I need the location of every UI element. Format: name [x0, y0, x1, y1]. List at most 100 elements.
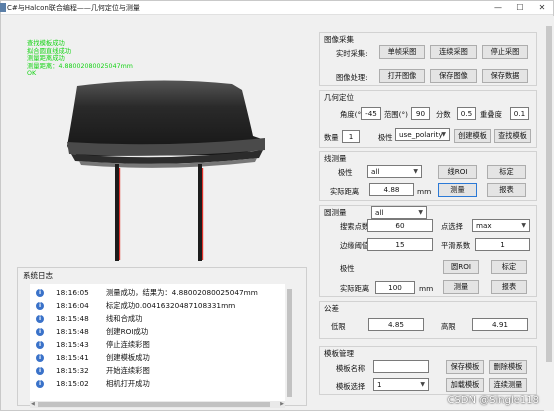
high-limit-field[interactable]: 4.91 [472, 318, 528, 331]
acquire-title: 图像采集 [324, 34, 354, 45]
lead-left [115, 164, 119, 261]
stop-capture-button[interactable]: 停止采图 [482, 45, 528, 59]
tolerance-group: 公差 低限 4.85 高限 4.91 [319, 301, 537, 339]
find-template-button[interactable]: 查找模板 [494, 129, 531, 143]
info-icon: i [36, 341, 44, 349]
info-icon: i [36, 302, 44, 310]
info-icon: i [36, 354, 44, 362]
realtime-label: 实时采集: [336, 49, 368, 58]
save-data-button[interactable]: 保存数据 [482, 69, 528, 83]
circle-polarity-select[interactable]: all ▼ [371, 206, 427, 219]
save-image-button[interactable]: 保存图像 [430, 69, 477, 83]
scroll-right-icon[interactable]: ▶ [280, 401, 284, 407]
app-icon [0, 3, 6, 12]
log-horizontal-scrollbar[interactable]: ◀ ▶ [30, 401, 285, 408]
main-window: C#与Halcon联合编程——几何定位与测量 — ☐ ✕ 查找模板成功 拟合圆直… [0, 0, 554, 411]
window-title: C#与Halcon联合编程——几何定位与测量 [7, 4, 140, 12]
log-entry[interactable]: i 18:16:04 标定成功0.00416320487108331mm [30, 300, 285, 312]
circle-distance-field[interactable]: 100 [375, 281, 415, 294]
circle-report-button[interactable]: 报表 [491, 280, 527, 294]
log-entry[interactable]: i 18:15:48 线和合成功 [30, 313, 285, 325]
single-capture-button[interactable]: 单帧采图 [379, 45, 425, 59]
load-template-button[interactable]: 加载模板 [446, 378, 484, 392]
scroll-left-icon[interactable]: ◀ [31, 401, 35, 407]
line-report-button[interactable]: 报表 [487, 183, 526, 197]
count-field[interactable]: 1 [342, 130, 360, 143]
low-limit-label: 低限 [331, 322, 346, 331]
chevron-down-icon: ▼ [418, 209, 423, 216]
info-icon: i [36, 289, 44, 297]
delete-template-button[interactable]: 删除模板 [489, 360, 527, 374]
circle-unit-label: mm [419, 284, 434, 293]
circle-title: 圆测量 [324, 207, 347, 218]
overlay-line: 测量距离成功 [27, 55, 65, 63]
image-view[interactable]: 查找模板成功 拟合圆直线成功 测量距离成功 测量距离：4.88002080025… [17, 28, 307, 261]
overlap-label: 重叠度 [480, 110, 502, 119]
range-label: 范围(°) [384, 110, 408, 119]
close-icon[interactable]: ✕ [531, 1, 553, 15]
line-polarity-select[interactable]: all ▼ [367, 165, 422, 178]
panel-vertical-scrollbar[interactable] [544, 16, 554, 411]
overlap-field[interactable]: 0.1 [510, 107, 529, 120]
line-distance-field[interactable]: 4.88 [369, 183, 414, 196]
overlay-text: 查找模板成功 拟合圆直线成功 测量距离成功 测量距离：4.88002080025… [27, 40, 133, 78]
measure-line-right [202, 168, 204, 260]
circle-calibrate-button[interactable]: 标定 [491, 260, 527, 274]
log-vertical-scrollbar[interactable] [285, 284, 294, 401]
line-measure-button[interactable]: 测量 [438, 183, 477, 197]
circle-group: 圆测量 搜索点数 60 点选择 max ▼ 边缘阈值 15 平滑系数 1 极性 a… [319, 205, 537, 297]
minimize-icon[interactable]: — [487, 1, 509, 15]
line-title: 线测量 [324, 153, 347, 164]
scroll-thumb[interactable] [546, 26, 552, 362]
low-limit-field[interactable]: 4.85 [368, 318, 424, 331]
scroll-thumb[interactable] [38, 402, 270, 407]
scroll-thumb[interactable] [287, 289, 292, 397]
smooth-field[interactable]: 1 [475, 238, 530, 251]
log-entry[interactable]: i 18:16:05 测量成功，结果为：4.88002080025047mm [30, 287, 285, 299]
template-name-label: 模板名称 [336, 364, 366, 373]
count-label: 数量 [324, 133, 339, 142]
high-limit-label: 高限 [441, 322, 456, 331]
log-entry[interactable]: i 18:15:41 创建模板成功 [30, 352, 285, 364]
score-label: 分数 [436, 110, 451, 119]
chevron-down-icon: ▼ [413, 168, 418, 175]
range-field[interactable]: 90 [411, 107, 430, 120]
template-title: 模板管理 [324, 348, 354, 359]
polarity-select[interactable]: use_polarity ▼ [395, 128, 450, 141]
open-image-button[interactable]: 打开图像 [379, 69, 425, 83]
template-select[interactable]: 1 ▼ [373, 378, 429, 391]
angle-field[interactable]: -45 [361, 107, 381, 120]
line-calibrate-button[interactable]: 标定 [487, 165, 526, 179]
maximize-icon[interactable]: ☐ [509, 1, 531, 15]
template-select-label: 模板选择 [336, 382, 366, 391]
log-entry[interactable]: i 18:15:43 停止连续彩图 [30, 339, 285, 351]
process-label: 图像处理: [336, 73, 368, 82]
circle-roi-button[interactable]: 圆ROI [443, 260, 479, 274]
overlay-line: 查找模板成功 [27, 40, 65, 47]
title-bar: C#与Halcon联合编程——几何定位与测量 — ☐ ✕ [0, 1, 553, 15]
measure-line-left [119, 168, 121, 260]
continuous-measure-button[interactable]: 连续测量 [489, 378, 527, 392]
search-points-field[interactable]: 60 [367, 219, 433, 232]
save-template-button[interactable]: 保存模板 [446, 360, 484, 374]
edge-threshold-field[interactable]: 15 [367, 238, 433, 251]
log-list[interactable]: i 18:16:05 测量成功，结果为：4.88002080025047mm i 18… [30, 284, 285, 401]
circle-measure-button[interactable]: 测量 [443, 280, 479, 294]
log-entry[interactable]: i 18:15:32 开始连续彩图 [30, 365, 285, 377]
circle-distance-label: 实际距离 [340, 284, 370, 293]
template-name-field[interactable] [373, 360, 429, 373]
polarity-label: 极性 [378, 133, 393, 142]
smooth-label: 平滑系数 [441, 241, 471, 250]
overlay-line: 测量距离：4.88002080025047mm [27, 62, 133, 70]
info-icon: i [36, 315, 44, 323]
line-roi-button[interactable]: 线ROI [438, 165, 477, 179]
log-entry[interactable]: i 18:15:48 创建ROI成功 [30, 326, 285, 338]
create-template-button[interactable]: 创建模板 [454, 129, 491, 143]
geo-group: 几何定位 角度(°) -45 范围(°) 90 分数 0.5 重叠度 0.1 数… [319, 90, 537, 148]
point-select[interactable]: max ▼ [472, 219, 530, 232]
log-entry[interactable]: i 18:15:02 相机打开成功 [30, 378, 285, 390]
score-field[interactable]: 0.5 [457, 107, 476, 120]
chevron-down-icon: ▼ [521, 222, 526, 229]
system-log-group: 系统日志 i 18:16:05 测量成功，结果为：4.88002080025047m… [17, 267, 307, 408]
continuous-capture-button[interactable]: 连续采图 [430, 45, 477, 59]
